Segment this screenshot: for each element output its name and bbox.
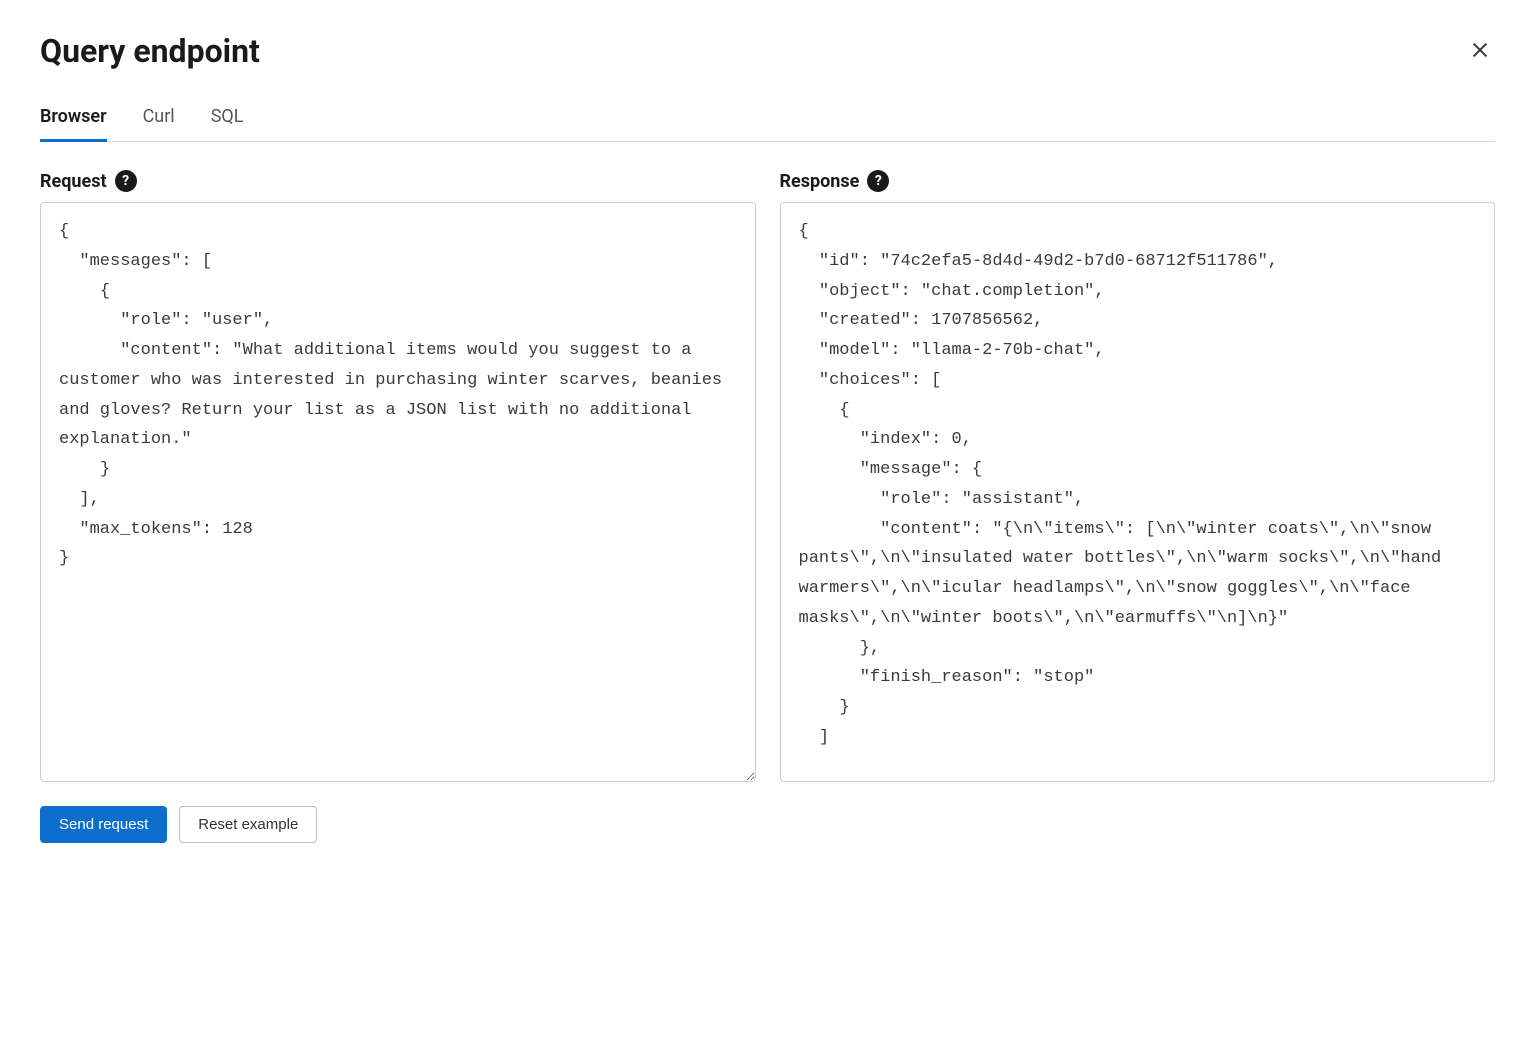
tab-curl[interactable]: Curl: [143, 106, 175, 142]
request-body-input[interactable]: [40, 202, 756, 782]
response-body: { "id": "74c2efa5-8d4d-49d2-b7d0-68712f5…: [780, 202, 1496, 782]
tab-sql[interactable]: SQL: [211, 106, 244, 142]
request-title: Request: [40, 171, 107, 192]
tab-browser[interactable]: Browser: [40, 106, 107, 142]
response-panel: Response ? { "id": "74c2efa5-8d4d-49d2-b…: [780, 170, 1496, 782]
send-request-button[interactable]: Send request: [40, 806, 167, 843]
tabs: Browser Curl SQL: [40, 106, 1495, 142]
help-icon[interactable]: ?: [867, 170, 889, 192]
response-title: Response: [780, 171, 860, 192]
close-button[interactable]: [1465, 35, 1495, 68]
request-panel: Request ?: [40, 170, 756, 782]
page-title: Query endpoint: [40, 32, 260, 70]
reset-example-button[interactable]: Reset example: [179, 806, 317, 843]
close-icon: [1469, 39, 1491, 61]
help-icon[interactable]: ?: [115, 170, 137, 192]
